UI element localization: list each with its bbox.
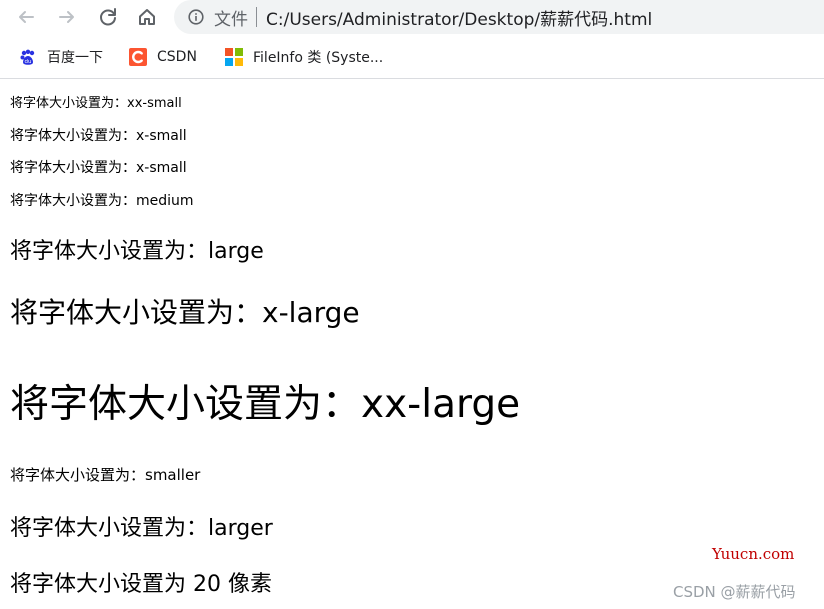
reload-button[interactable] xyxy=(95,4,121,30)
back-button[interactable] xyxy=(13,4,39,30)
home-button[interactable] xyxy=(134,4,160,30)
bookmarks-bar: du 百度一下 CSDN FileInfo 类 (Syste... xyxy=(0,36,824,79)
font-size-line-larger: 将字体大小设置为：larger xyxy=(10,516,273,541)
font-size-line-x-large: 将字体大小设置为：x-large xyxy=(10,296,360,329)
baidu-icon: du xyxy=(20,49,35,65)
bookmark-label: FileInfo 类 (Syste... xyxy=(253,50,384,66)
bookmark-csdn[interactable]: CSDN xyxy=(128,46,197,68)
svg-text:du: du xyxy=(25,59,32,65)
address-separator xyxy=(256,7,257,27)
scheme-label: 文件 xyxy=(214,9,248,30)
font-size-line-large: 将字体大小设置为：large xyxy=(10,239,264,264)
font-size-line-x-small-2: 将字体大小设置为：x-small xyxy=(10,160,187,176)
browser-window: 文件 C:/Users/Administrator/Desktop/薪薪代码.h… xyxy=(0,0,824,609)
font-size-line-smaller: 将字体大小设置为：smaller xyxy=(10,466,201,484)
url-text[interactable]: C:/Users/Administrator/Desktop/薪薪代码.html xyxy=(266,5,652,30)
reload-icon xyxy=(100,8,116,26)
font-size-line-medium: 将字体大小设置为：medium xyxy=(10,193,194,209)
csdn-icon xyxy=(129,48,147,66)
page-content: 将字体大小设置为：xx-small 将字体大小设置为：x-small 将字体大小… xyxy=(10,79,814,609)
arrow-right-icon xyxy=(59,11,74,23)
browser-toolbar: 文件 C:/Users/Administrator/Desktop/薪薪代码.h… xyxy=(0,0,824,34)
font-size-line-20px: 将字体大小设置为 20 像素 xyxy=(10,572,272,597)
yuucn-watermark: Yuucn.com xyxy=(712,545,795,563)
font-size-line-x-small-1: 将字体大小设置为：x-small xyxy=(10,128,187,144)
home-icon xyxy=(139,9,155,25)
address-bar[interactable]: 文件 C:/Users/Administrator/Desktop/薪薪代码.h… xyxy=(174,0,824,34)
bookmark-label: 百度一下 xyxy=(47,50,103,66)
forward-button[interactable] xyxy=(54,4,80,30)
bookmark-fileinfo[interactable]: FileInfo 类 (Syste... xyxy=(224,46,383,68)
csdn-watermark: CSDN @薪薪代码 xyxy=(673,583,796,601)
bookmark-baidu[interactable]: du 百度一下 xyxy=(18,46,103,68)
info-icon[interactable] xyxy=(188,9,204,25)
font-size-line-xx-small: 将字体大小设置为：xx-small xyxy=(10,96,182,111)
windows-icon xyxy=(225,48,243,66)
bookmark-label: CSDN xyxy=(157,49,197,65)
font-size-line-xx-large: 将字体大小设置为：xx-large xyxy=(10,382,521,427)
arrow-left-icon xyxy=(19,11,34,23)
